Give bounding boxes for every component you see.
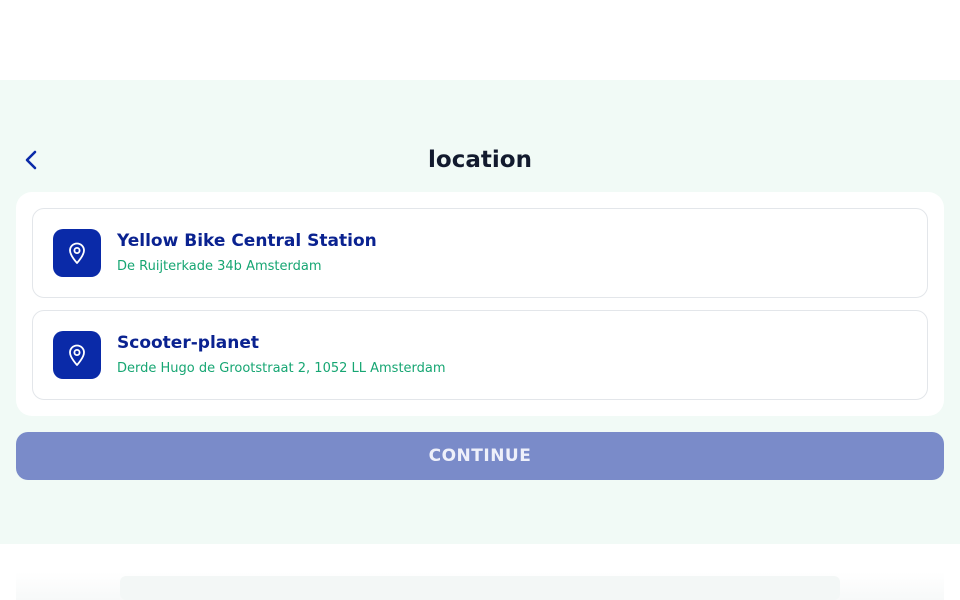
location-item-scooter-planet[interactable]: Scooter-planet Derde Hugo de Grootstraat… <box>32 310 928 400</box>
bottom-placeholder <box>120 576 840 600</box>
location-name: Scooter-planet <box>117 333 260 353</box>
location-item-yellow-bike[interactable]: Yellow Bike Central Station De Ruijterka… <box>32 208 928 298</box>
location-address: De Ruijterkade 34b Amsterdam <box>117 259 322 274</box>
location-address: Derde Hugo de Grootstraat 2, 1052 LL Ams… <box>117 361 446 376</box>
page-title: location <box>428 147 532 173</box>
map-pin-icon <box>53 331 101 379</box>
bottom-sheet-edge <box>16 572 944 600</box>
page-header: location <box>0 136 960 184</box>
top-blank-area <box>0 0 960 80</box>
location-name: Yellow Bike Central Station <box>117 231 377 251</box>
location-list: Yellow Bike Central Station De Ruijterka… <box>16 192 944 416</box>
map-pin-icon <box>53 229 101 277</box>
continue-button[interactable]: CONTINUE <box>16 432 944 480</box>
